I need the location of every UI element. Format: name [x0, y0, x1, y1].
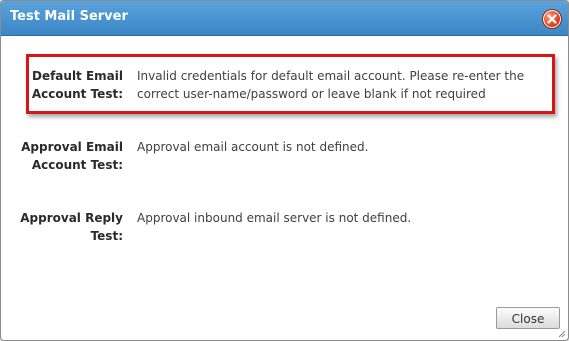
dialog-title: Test Mail Server — [10, 9, 128, 24]
close-icon[interactable] — [542, 9, 562, 29]
approval-reply-test-label: Approval Reply Test: — [20, 211, 123, 243]
test-mail-server-dialog: Test Mail Server Default Email Account T… — [0, 0, 569, 341]
approval-reply-test-message: Approval inbound email server is not def… — [137, 211, 412, 225]
approval-email-test-label: Approval Email Account Test: — [21, 140, 123, 172]
approval-email-test-message: Approval email account is not defined. — [137, 140, 369, 154]
default-email-test-message: Invalid credentials for default email ac… — [137, 69, 525, 101]
dialog-titlebar[interactable]: Test Mail Server — [1, 1, 568, 36]
default-email-test-label: Default Email Account Test: — [31, 69, 123, 101]
close-button[interactable]: Close — [496, 307, 560, 329]
resize-grip-icon[interactable] — [558, 330, 566, 338]
